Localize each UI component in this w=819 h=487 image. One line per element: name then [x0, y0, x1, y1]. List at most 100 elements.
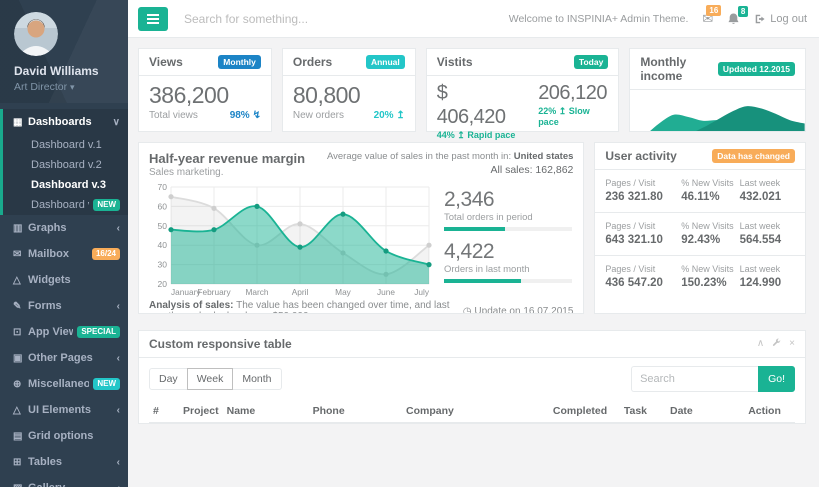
chevron-left-icon: ‹: [117, 223, 120, 234]
views-period-badge: Monthly: [218, 55, 261, 69]
navbar-search-input[interactable]: [182, 11, 406, 27]
messages-button[interactable]: ✉ 16: [702, 11, 713, 27]
analysis-text: Analysis of sales: The value has been ch…: [149, 300, 463, 314]
logout-button[interactable]: Log out: [754, 13, 807, 25]
kpi-value-1: 2,346: [444, 188, 572, 211]
collapse-icon[interactable]: ∧: [757, 339, 764, 349]
table-search-input[interactable]: [631, 366, 758, 392]
range-button-day[interactable]: Day: [149, 368, 188, 390]
activity-cell-value: 150.23%: [681, 277, 739, 289]
alerts-count-badge: 8: [738, 6, 748, 18]
panel-tools: ∧ ×: [757, 338, 795, 350]
sidebar-item-tables[interactable]: ⊞Tables‹: [3, 449, 128, 475]
sidebar-group-gallery: ▨Gallery‹: [0, 475, 128, 487]
table-row-wrap: Custom responsive table ∧ × DayWeekMonth…: [138, 330, 806, 424]
sign-out-icon: [754, 13, 766, 25]
search-go-button[interactable]: Go!: [758, 366, 795, 392]
income-area-chart: [630, 90, 805, 131]
views-title: Views: [149, 55, 183, 69]
sidebar-subitem-dashboard-v-4[interactable]: Dashboard v.4NEW: [3, 195, 128, 215]
sidebar-item-label: Grid options: [28, 430, 120, 442]
user-name: David Williams: [14, 64, 118, 78]
kpi-value-2: 4,422: [444, 240, 572, 263]
orders-value: 80,800: [293, 82, 405, 108]
sidebar-group-dashboards: ▦Dashboards∨Dashboard v.1 Dashboard v.2 Da…: [0, 109, 128, 215]
sidebar-subitem-label: Dashboard v.3: [31, 179, 120, 191]
range-button-month[interactable]: Month: [232, 368, 281, 390]
clock-icon: ◷: [463, 306, 472, 315]
table-header-row: #ProjectNamePhoneCompanyCompletedTaskDat…: [149, 400, 795, 423]
close-icon[interactable]: ×: [789, 339, 795, 349]
revenue-area-chart: 203040506070JanuaryFebruaryMarchAprilMay…: [149, 182, 434, 300]
sidebar-group-other-pages: ▣Other Pages‹: [0, 345, 128, 371]
svg-text:July: July: [414, 287, 430, 297]
chevron-left-icon: ‹: [117, 353, 120, 364]
sidebar-item-ui-elements[interactable]: △UI Elements‹: [3, 397, 128, 423]
activity-cell-label: Last week: [740, 221, 795, 231]
sidebar-item-app-views[interactable]: ⊡App ViewsSPECIAL: [3, 319, 128, 345]
user-role-dropdown[interactable]: Art Director ▾: [14, 81, 118, 93]
sidebar-item-label: Other Pages: [28, 352, 113, 364]
sidebar-item-graphs[interactable]: ▥Graphs‹: [3, 215, 128, 241]
activity-cell-value: 643 321.10: [605, 234, 681, 246]
activity-cell-label: % New Visits: [681, 221, 739, 231]
desktop-icon: ⊡: [13, 327, 28, 338]
svg-text:60: 60: [158, 201, 168, 211]
range-button-group: DayWeekMonth: [149, 368, 282, 390]
activity-cell-label: Pages / Visit: [605, 178, 681, 188]
column-header-action: Action: [744, 400, 795, 423]
revenue-kpis: 2,346 Total orders in period 4,422 Order…: [444, 182, 572, 300]
activity-cell-label: Pages / Visit: [605, 264, 681, 274]
sidebar-item-dashboards[interactable]: ▦Dashboards∨: [3, 109, 128, 135]
sidebar-item-label: UI Elements: [28, 404, 113, 416]
sidebar-group-graphs: ▥Graphs‹: [0, 215, 128, 241]
sidebar-item-grid-options[interactable]: ▤Grid options: [3, 423, 128, 449]
views-label: Total views: [149, 110, 198, 121]
sidebar-item-other-pages[interactable]: ▣Other Pages‹: [3, 345, 128, 371]
activity-cell: % New Visits46.11%: [681, 178, 739, 203]
table-title: Custom responsive table: [149, 337, 292, 351]
activity-cell-label: Last week: [740, 264, 795, 274]
avatar[interactable]: [14, 12, 58, 56]
visits-col-2: 206,120 22% ↥ Slow pace: [538, 81, 608, 141]
chevron-left-icon: ‹: [117, 483, 120, 487]
activity-row: Pages / Visit236 321.80% New Visits46.11…: [595, 170, 805, 213]
range-button-week[interactable]: Week: [187, 368, 234, 390]
sidebar-item-gallery[interactable]: ▨Gallery‹: [3, 475, 128, 487]
orders-delta: 20% ↥: [374, 110, 405, 121]
sidebar-item-mailbox[interactable]: ✉Mailbox16/24: [3, 241, 128, 267]
svg-text:February: February: [197, 287, 231, 297]
sidebar-badge: NEW: [93, 199, 120, 211]
visits-col-1: $ 406,420 44% ↥ Rapid pace: [437, 81, 516, 141]
sidebar-item-label: Gallery: [28, 482, 113, 487]
sidebar-item-label: App Views: [28, 326, 73, 338]
sidebar-badge: NEW: [93, 378, 120, 390]
kpi-progressbar-1: [444, 227, 572, 231]
edit-icon: ✎: [13, 301, 28, 312]
sidebar-subitem-label: Dashboard v.2: [31, 159, 120, 171]
sidebar-item-forms[interactable]: ✎Forms‹: [3, 293, 128, 319]
visits-delta-2: 22% ↥ Slow pace: [538, 106, 608, 127]
svg-text:40: 40: [158, 240, 168, 250]
messages-count-badge: 16: [706, 5, 721, 17]
activity-cell-value: 124.990: [740, 277, 795, 289]
activity-cell-value: 432.021: [740, 191, 795, 203]
svg-text:June: June: [377, 287, 395, 297]
sidebar-group-miscellaneous: ⊕MiscellaneousNEW: [0, 371, 128, 397]
wrench-icon[interactable]: [772, 338, 781, 350]
sidebar-item-widgets[interactable]: △Widgets: [3, 267, 128, 293]
profile-section: David Williams Art Director ▾: [0, 0, 128, 103]
sidebar-group-mailbox: ✉Mailbox16/24: [0, 241, 128, 267]
notifications-button[interactable]: 8: [727, 12, 740, 26]
menu-toggle-button[interactable]: [138, 7, 168, 31]
views-delta: 98% ↯: [230, 110, 261, 121]
sidebar-subitem-dashboard-v-2[interactable]: Dashboard v.2: [3, 155, 128, 175]
navbar-right: Welcome to INSPINIA+ Admin Theme. ✉ 16 8…: [509, 11, 807, 27]
th-large-icon: ▦: [13, 117, 28, 128]
sidebar-subitem-dashboard-v-1[interactable]: Dashboard v.1: [3, 135, 128, 155]
activity-cell-value: 46.11%: [681, 191, 739, 203]
sidebar-subitem-dashboard-v-3[interactable]: Dashboard v.3: [3, 175, 128, 195]
sidebar-item-miscellaneous[interactable]: ⊕MiscellaneousNEW: [3, 371, 128, 397]
kpi-label-2: Orders in last month: [444, 264, 572, 275]
activity-cell-value: 92.43%: [681, 234, 739, 246]
